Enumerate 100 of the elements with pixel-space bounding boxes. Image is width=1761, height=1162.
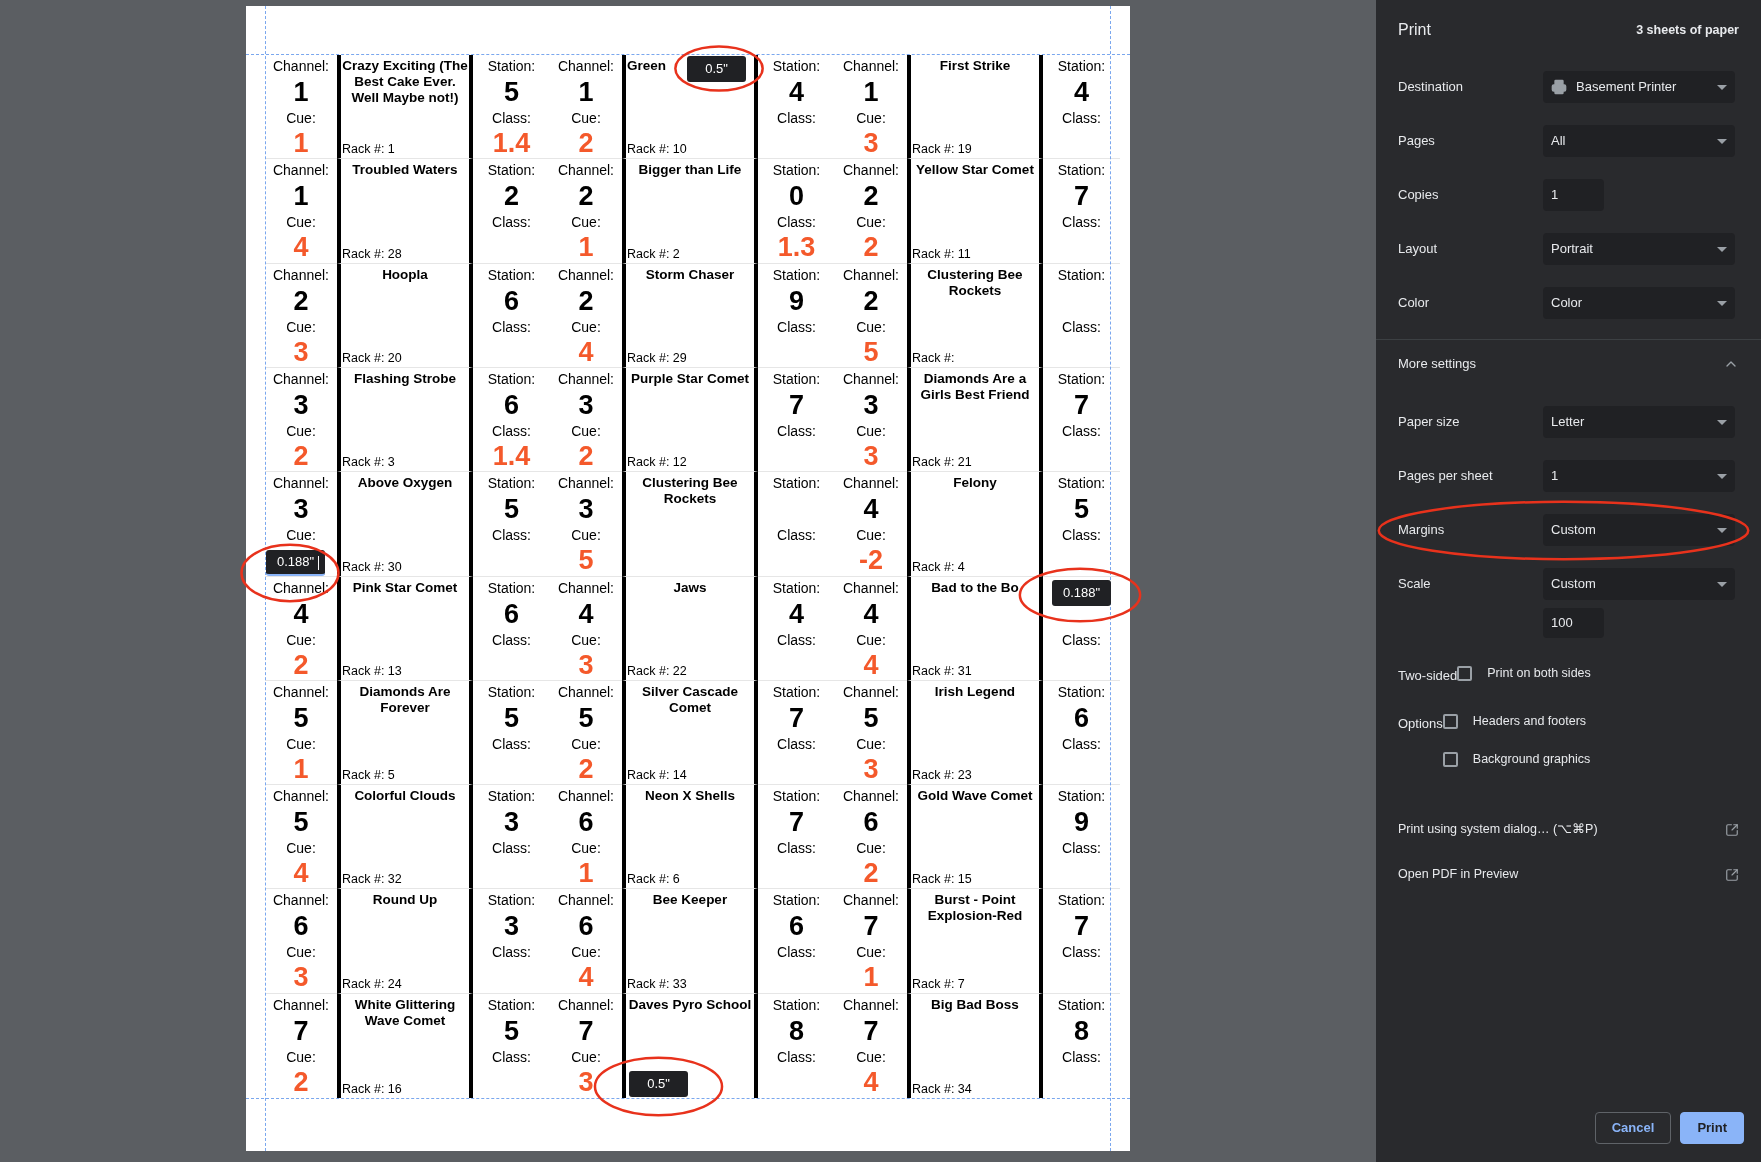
- class-label: Class:: [492, 422, 531, 440]
- channel-label: Channel:: [557, 162, 614, 180]
- channel-label: Channel:: [842, 370, 899, 388]
- station-label: Station:: [1057, 892, 1106, 910]
- station-label: Station:: [1057, 788, 1106, 806]
- channel-number: 1: [293, 76, 309, 109]
- margin-field[interactable]: 0.188": [266, 550, 325, 576]
- dropdown-select[interactable]: Letter: [1543, 406, 1735, 438]
- dropdown-select[interactable]: Portrait: [1543, 233, 1735, 265]
- class-label: Class:: [492, 840, 531, 858]
- item-title: Green: [627, 58, 667, 74]
- dropdown-select[interactable]: Custom: [1543, 514, 1735, 546]
- margin-field[interactable]: 0.5": [629, 1071, 688, 1097]
- dropdown-select[interactable]: Basement Printer: [1543, 71, 1735, 103]
- cue-number: 4: [578, 961, 594, 995]
- setting-label: Layout: [1398, 240, 1439, 259]
- station-number: 5: [504, 76, 519, 109]
- station-number: 3: [504, 910, 519, 944]
- channel-label: Channel:: [272, 996, 329, 1014]
- station-label: Station:: [772, 58, 821, 75]
- station-number: 0: [789, 180, 804, 214]
- channel-label: Channel:: [272, 579, 329, 597]
- cancel-button[interactable]: Cancel: [1594, 1112, 1672, 1144]
- cue-number: 1: [578, 231, 594, 265]
- checkbox[interactable]: [1457, 665, 1473, 681]
- item-title: Gold Wave Comet: [916, 788, 1034, 805]
- menu-link[interactable]: Open PDF in Preview: [1376, 852, 1761, 897]
- channel-number: 6: [863, 806, 879, 840]
- item-title: Purple Star Comet: [630, 370, 750, 387]
- station-label: Station:: [487, 788, 536, 806]
- station-label: Station:: [772, 266, 821, 284]
- more-settings-toggle[interactable]: More settings: [1376, 340, 1761, 388]
- item-title: Hoopla: [381, 266, 429, 283]
- cue-number: 2: [578, 127, 594, 160]
- station-label: Station:: [1057, 162, 1106, 180]
- cue-label: Cue:: [286, 1048, 316, 1066]
- channel-number: 7: [863, 1014, 879, 1048]
- class-label: Class:: [1062, 1048, 1101, 1066]
- class-label: Class:: [1062, 214, 1101, 232]
- station-number: 6: [789, 910, 804, 944]
- station-number: 4: [1074, 76, 1089, 109]
- dropdown-select[interactable]: Custom: [1543, 568, 1735, 600]
- channel-label: Channel:: [557, 370, 614, 388]
- cue-label: Cue:: [856, 840, 886, 858]
- station-label: Station:: [1057, 475, 1106, 493]
- cue-label: Cue:: [856, 1048, 886, 1066]
- dropdown-select[interactable]: Color: [1543, 287, 1735, 319]
- station-number: 7: [789, 806, 804, 840]
- class-label: Class:: [777, 422, 816, 440]
- rack-number: Rack #: 10: [627, 142, 687, 158]
- margin-field[interactable]: 0.5": [687, 56, 746, 82]
- cue-number: 3: [863, 752, 879, 786]
- cue-label: Cue:: [856, 214, 886, 232]
- station-label: Station:: [487, 266, 536, 284]
- cue-number: 1: [293, 127, 309, 160]
- channel-number: 4: [863, 493, 879, 527]
- station-label: Station:: [772, 788, 821, 806]
- copies-input[interactable]: 1: [1543, 179, 1604, 211]
- station-label: Station:: [487, 892, 536, 910]
- cue-label: Cue:: [286, 631, 316, 649]
- cue-number: 3: [293, 961, 309, 995]
- channel-label: Channel:: [842, 892, 899, 910]
- margin-field[interactable]: 0.188": [1052, 580, 1111, 606]
- station-number: 4: [789, 597, 804, 631]
- menu-link[interactable]: Print using system dialog… (⌥⌘P): [1376, 807, 1761, 852]
- scale-input[interactable]: 100: [1543, 608, 1604, 638]
- dropdown-select[interactable]: 1: [1543, 460, 1735, 492]
- station-number: 4: [789, 76, 804, 109]
- station-label: Station:: [772, 579, 821, 597]
- class-number: 1.4: [492, 127, 531, 160]
- rack-number: Rack #: 21: [912, 455, 972, 471]
- channel-number: 1: [863, 76, 879, 109]
- station-label: Station:: [1057, 266, 1106, 284]
- channel-number: 3: [578, 493, 594, 527]
- cue-label: Cue:: [286, 944, 316, 962]
- cue-label: Cue:: [571, 527, 601, 545]
- cue-label: Cue:: [571, 214, 601, 232]
- class-label: Class:: [1062, 631, 1101, 649]
- external-link-icon: [1725, 822, 1739, 837]
- sheet-count: 3 sheets of paper: [1636, 21, 1739, 39]
- station-number: 7: [1074, 910, 1089, 944]
- cue-number: 2: [863, 857, 879, 891]
- checkbox[interactable]: [1442, 751, 1458, 767]
- checkbox[interactable]: [1442, 713, 1458, 729]
- item-title: Storm Chaser: [644, 266, 736, 283]
- dropdown-select[interactable]: All: [1543, 125, 1735, 157]
- dropdown-caret-icon: [1717, 581, 1727, 587]
- item-title: Burst - Point Explosion-Red: [926, 892, 1024, 925]
- setting-label: Paper size: [1398, 413, 1461, 432]
- item-title: Big Bad Boss: [930, 996, 1020, 1013]
- channel-number: 2: [578, 180, 594, 214]
- channel-label: Channel:: [842, 579, 899, 597]
- rack-number: Rack #: 15: [912, 872, 972, 888]
- cue-number: 4: [863, 648, 879, 682]
- rack-number: Rack #: 29: [627, 350, 687, 366]
- cue-label: Cue:: [571, 840, 601, 858]
- cue-number: 4: [293, 231, 309, 265]
- channel-label: Channel:: [272, 266, 329, 284]
- station-label: Station:: [487, 370, 536, 388]
- print-button[interactable]: Print: [1680, 1112, 1744, 1144]
